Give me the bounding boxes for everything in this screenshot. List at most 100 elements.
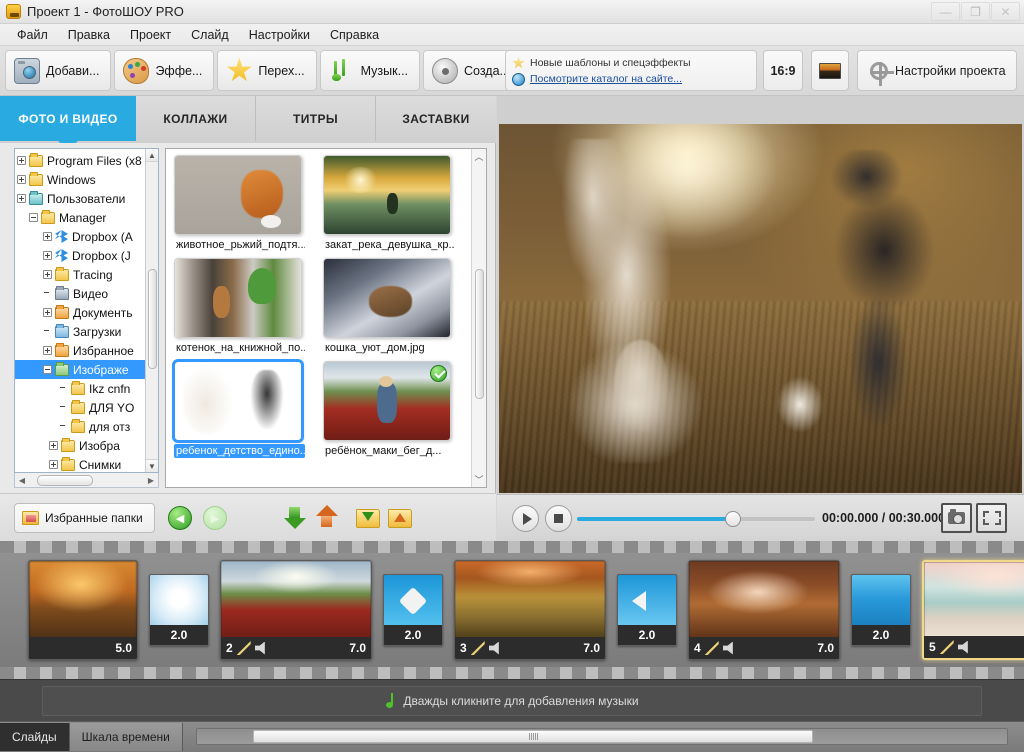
folder-add-icon[interactable] (356, 506, 380, 528)
tab-titles[interactable]: ТИТРЫ (256, 96, 376, 141)
scroll-up-icon[interactable]: ▲ (146, 149, 158, 162)
folder-remove-icon[interactable] (388, 506, 412, 528)
scrollbar-thumb[interactable] (148, 269, 157, 369)
seek-handle[interactable] (725, 511, 741, 527)
screen-preview-button[interactable] (811, 50, 849, 91)
tree-node[interactable]: Документь (15, 303, 148, 322)
thumbnail-item[interactable]: ребёнок_маки_бег_д... (323, 361, 456, 458)
tree-node[interactable]: Снимки (15, 455, 148, 472)
scrollbar-thumb[interactable] (475, 269, 484, 399)
thumbnail-item[interactable]: кошка_уют_дом.jpg (323, 258, 456, 355)
tree-node[interactable]: Ikz cnfn (15, 379, 148, 398)
timeline-slide[interactable]: 3 7.0 (454, 560, 606, 660)
status-tab-slides[interactable]: Слайды (0, 723, 70, 751)
scroll-right-icon[interactable]: ▶ (144, 476, 158, 485)
scrollbar-thumb[interactable] (37, 474, 93, 486)
scroll-down-icon[interactable]: ﹀ (472, 472, 486, 487)
thumbnail-item[interactable]: закат_река_девушка_кр... (323, 155, 456, 252)
tree-node[interactable]: Program Files (x8 (15, 151, 148, 170)
transitions-button[interactable]: Перех... (217, 50, 317, 91)
tree-node[interactable]: Tracing (15, 265, 148, 284)
thumbnail-image[interactable] (174, 258, 302, 338)
tree-node[interactable]: Dropbox (A (15, 227, 148, 246)
tree-horizontal-scrollbar[interactable]: ◀ ▶ (14, 473, 159, 488)
favorite-folders-button[interactable]: Избранные папки (14, 503, 155, 533)
speaker-icon[interactable] (488, 641, 499, 655)
timeline-horizontal-scrollbar[interactable] (196, 728, 1008, 745)
project-settings-button[interactable]: Настройки проекта (857, 50, 1017, 91)
expander-icon[interactable] (43, 270, 52, 279)
expander-icon[interactable] (17, 175, 26, 184)
timeline-transition[interactable]: 2.0 (617, 574, 677, 646)
speaker-icon[interactable] (957, 640, 968, 654)
aspect-ratio-button[interactable]: 16:9 (763, 50, 803, 91)
expander-icon[interactable] (17, 156, 26, 165)
tree-node[interactable]: Видео (15, 284, 148, 303)
thumbnail-image[interactable] (172, 359, 304, 443)
tree-node[interactable]: для отз (15, 417, 148, 436)
expander-icon[interactable] (43, 251, 52, 260)
tab-intros[interactable]: ЗАСТАВКИ (376, 96, 496, 141)
pencil-icon[interactable] (470, 641, 485, 655)
timeline-slide-selected[interactable]: 5 7.0 (922, 560, 1024, 660)
expander-icon[interactable] (49, 441, 58, 450)
tree-node[interactable]: Windows (15, 170, 148, 189)
play-button[interactable] (512, 505, 539, 532)
arrow-up-icon[interactable] (314, 505, 340, 531)
music-button[interactable]: Музык... (319, 50, 421, 91)
thumbnail-item[interactable]: котенок_на_книжной_по... (174, 258, 307, 355)
tree-vertical-scrollbar[interactable]: ▲ ▼ (145, 149, 158, 472)
effects-button[interactable]: Эффе... (114, 50, 215, 91)
tree-node[interactable]: Dropbox (J (15, 246, 148, 265)
menu-item-edit[interactable]: Правка (59, 26, 119, 44)
nav-forward-icon[interactable]: ▶ (203, 506, 227, 530)
speaker-icon[interactable] (722, 641, 733, 655)
tree-node[interactable]: ДЛЯ YO (15, 398, 148, 417)
expander-icon[interactable] (29, 213, 38, 222)
thumbnail-panel[interactable]: животное_рьжий_подтя... закат_река_девуш… (165, 148, 487, 488)
seek-slider[interactable] (577, 511, 815, 527)
fullscreen-button[interactable] (976, 503, 1007, 533)
close-button[interactable]: ✕ (991, 2, 1020, 21)
thumbnail-image[interactable] (174, 155, 302, 235)
menu-item-help[interactable]: Справка (321, 26, 388, 44)
add-photos-button[interactable]: Добави... (5, 50, 112, 91)
thumbnail-scrollbar[interactable]: ︿ ﹀ (471, 149, 486, 487)
pencil-icon[interactable] (704, 641, 719, 655)
promo-link-row[interactable]: Посмотрите каталог на сайте... (512, 71, 750, 87)
tree-node[interactable]: Пользователи (15, 189, 148, 208)
menu-item-project[interactable]: Проект (121, 26, 180, 44)
promo-link[interactable]: Посмотрите каталог на сайте... (530, 73, 682, 85)
scroll-left-icon[interactable]: ◀ (15, 476, 29, 485)
thumbnail-image[interactable] (323, 361, 451, 441)
minimize-button[interactable]: — (931, 2, 960, 21)
expander-icon[interactable] (43, 346, 52, 355)
timeline-transition[interactable]: 2.0 (149, 574, 209, 646)
menu-item-file[interactable]: Файл (8, 26, 57, 44)
maximize-button[interactable]: ❐ (961, 2, 990, 21)
expander-icon[interactable] (43, 308, 52, 317)
timeline-transition[interactable]: 2.0 (851, 574, 911, 646)
timeline-slide[interactable]: 4 7.0 (688, 560, 840, 660)
timeline-slide[interactable]: 2 7.0 (220, 560, 372, 660)
speaker-icon[interactable] (254, 641, 265, 655)
status-tab-timeline[interactable]: Шкала времени (69, 723, 183, 751)
scroll-down-icon[interactable]: ▼ (146, 459, 158, 472)
tree-node[interactable]: Загрузки (15, 322, 148, 341)
preview-image[interactable] (499, 124, 1022, 493)
thumbnail-item[interactable]: животное_рьжий_подтя... (174, 155, 307, 252)
tree-node-selected[interactable]: Изображе (15, 360, 148, 379)
tree-node[interactable]: Изобра (15, 436, 148, 455)
menu-item-slide[interactable]: Слайд (182, 26, 238, 44)
scrollbar-thumb[interactable] (253, 730, 813, 743)
expander-icon[interactable] (49, 460, 58, 469)
arrow-down-icon[interactable] (282, 505, 308, 531)
music-dropzone[interactable]: Дважды кликните для добавления музыки (42, 685, 982, 716)
tree-node[interactable]: Manager (15, 208, 148, 227)
expander-icon[interactable] (43, 232, 52, 241)
tab-photo-video[interactable]: ФОТО И ВИДЕО (0, 96, 136, 141)
tree-node[interactable]: Избранное (15, 341, 148, 360)
scroll-up-icon[interactable]: ︿ (472, 149, 486, 164)
stop-button[interactable] (545, 505, 572, 532)
tab-collages[interactable]: КОЛЛАЖИ (136, 96, 256, 141)
